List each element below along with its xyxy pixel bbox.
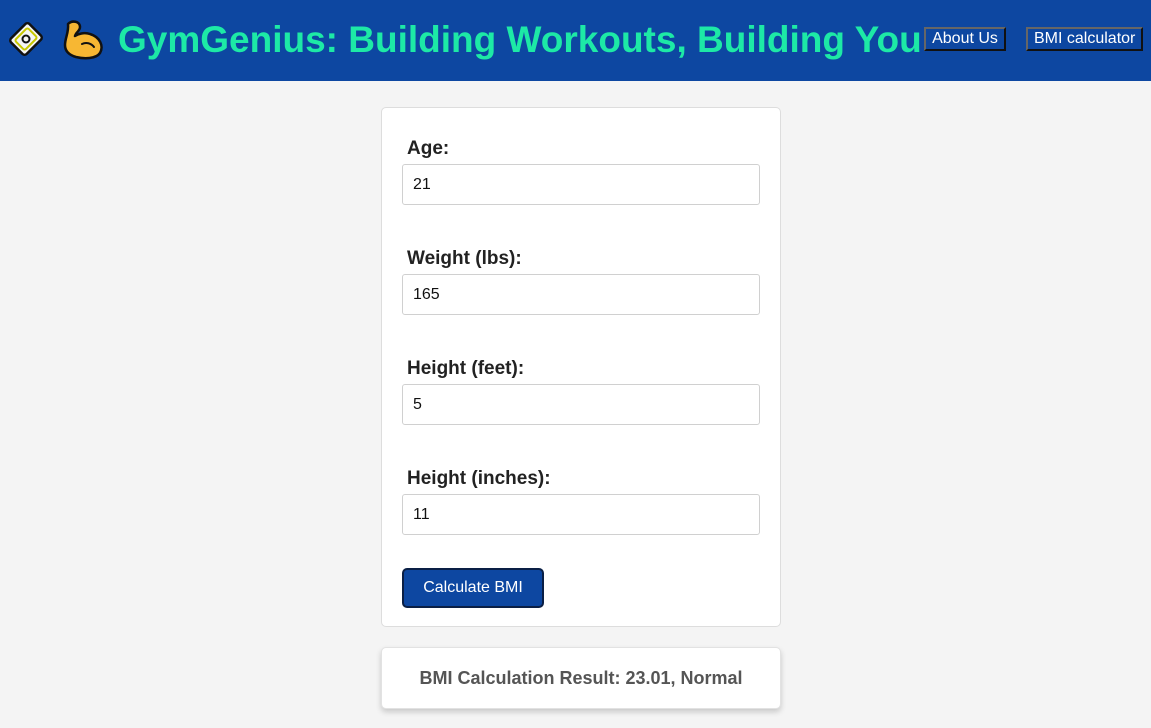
about-us-button[interactable]: About Us <box>924 27 1006 51</box>
weight-input[interactable] <box>402 274 760 315</box>
flexed-biceps-icon <box>63 20 103 60</box>
bmi-result-text: BMI Calculation Result: 23.01, Normal <box>419 668 743 688</box>
age-input[interactable] <box>402 164 760 205</box>
page-title: GymGenius: Building Workouts, Building Y… <box>118 19 922 60</box>
result-card: BMI Calculation Result: 23.01, Normal <box>381 647 781 709</box>
height-inches-input[interactable] <box>402 494 760 535</box>
badge-icon <box>9 22 43 56</box>
height-feet-label: Height (feet): <box>407 358 525 379</box>
weight-label: Weight (lbs): <box>407 248 522 269</box>
age-label: Age: <box>407 138 450 159</box>
height-feet-input[interactable] <box>402 384 760 425</box>
calculate-bmi-button[interactable]: Calculate BMI <box>402 568 544 608</box>
header-bar: GymGenius: Building Workouts, Building Y… <box>0 0 1151 81</box>
height-inches-label: Height (inches): <box>407 468 551 489</box>
bmi-form-card: Age: Weight (lbs): Height (feet): Height… <box>381 107 781 627</box>
bmi-calculator-button[interactable]: BMI calculator <box>1026 27 1143 51</box>
